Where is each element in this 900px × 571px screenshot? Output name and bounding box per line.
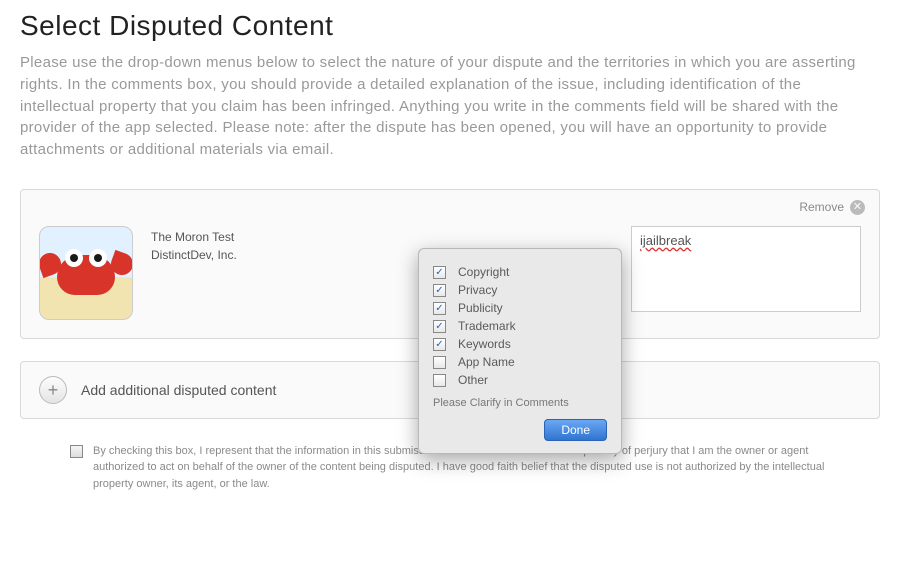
comments-value: ijailbreak: [640, 233, 691, 248]
add-content-label: Add additional disputed content: [81, 382, 276, 398]
comments-input[interactable]: ijailbreak: [631, 226, 861, 312]
plus-icon[interactable]: +: [39, 376, 67, 404]
nature-option-label: Privacy: [458, 283, 497, 297]
nature-option[interactable]: App Name: [433, 355, 607, 369]
nature-option-label: Copyright: [458, 265, 509, 279]
page-title: Select Disputed Content: [20, 10, 880, 42]
checkbox-icon[interactable]: ✓: [433, 266, 446, 279]
nature-option[interactable]: ✓ Trademark: [433, 319, 607, 333]
app-meta: The Moron Test DistinctDev, Inc.: [151, 226, 321, 264]
nature-option[interactable]: ✓ Keywords: [433, 337, 607, 351]
checkbox-icon[interactable]: ✓: [433, 284, 446, 297]
affirmation-checkbox[interactable]: [70, 445, 83, 458]
clarify-text: Please Clarify in Comments: [433, 397, 607, 409]
checkbox-icon[interactable]: ✓: [433, 338, 446, 351]
close-icon: ✕: [850, 200, 865, 215]
checkbox-icon[interactable]: ✓: [433, 320, 446, 333]
remove-button[interactable]: Remove ✕: [799, 200, 865, 215]
nature-popover: ✓ Copyright ✓ Privacy ✓ Publicity ✓ Trademark ✓ K…: [418, 248, 622, 454]
nature-option[interactable]: ✓ Copyright: [433, 265, 607, 279]
checkbox-icon[interactable]: [433, 374, 446, 387]
nature-option-label: Trademark: [458, 319, 516, 333]
nature-option-label: App Name: [458, 355, 515, 369]
app-icon: [39, 226, 133, 320]
nature-option[interactable]: ✓ Publicity: [433, 301, 607, 315]
remove-label: Remove: [799, 200, 844, 214]
done-button[interactable]: Done: [544, 419, 607, 441]
nature-option-label: Keywords: [458, 337, 511, 351]
intro-text: Please use the drop-down menus below to …: [20, 52, 880, 161]
nature-option[interactable]: ✓ Privacy: [433, 283, 607, 297]
app-name: The Moron Test: [151, 228, 321, 246]
checkbox-icon[interactable]: ✓: [433, 302, 446, 315]
nature-option-label: Publicity: [458, 301, 503, 315]
nature-option[interactable]: Other: [433, 373, 607, 387]
app-developer: DistinctDev, Inc.: [151, 246, 321, 264]
checkbox-icon[interactable]: [433, 356, 446, 369]
nature-option-label: Other: [458, 373, 488, 387]
